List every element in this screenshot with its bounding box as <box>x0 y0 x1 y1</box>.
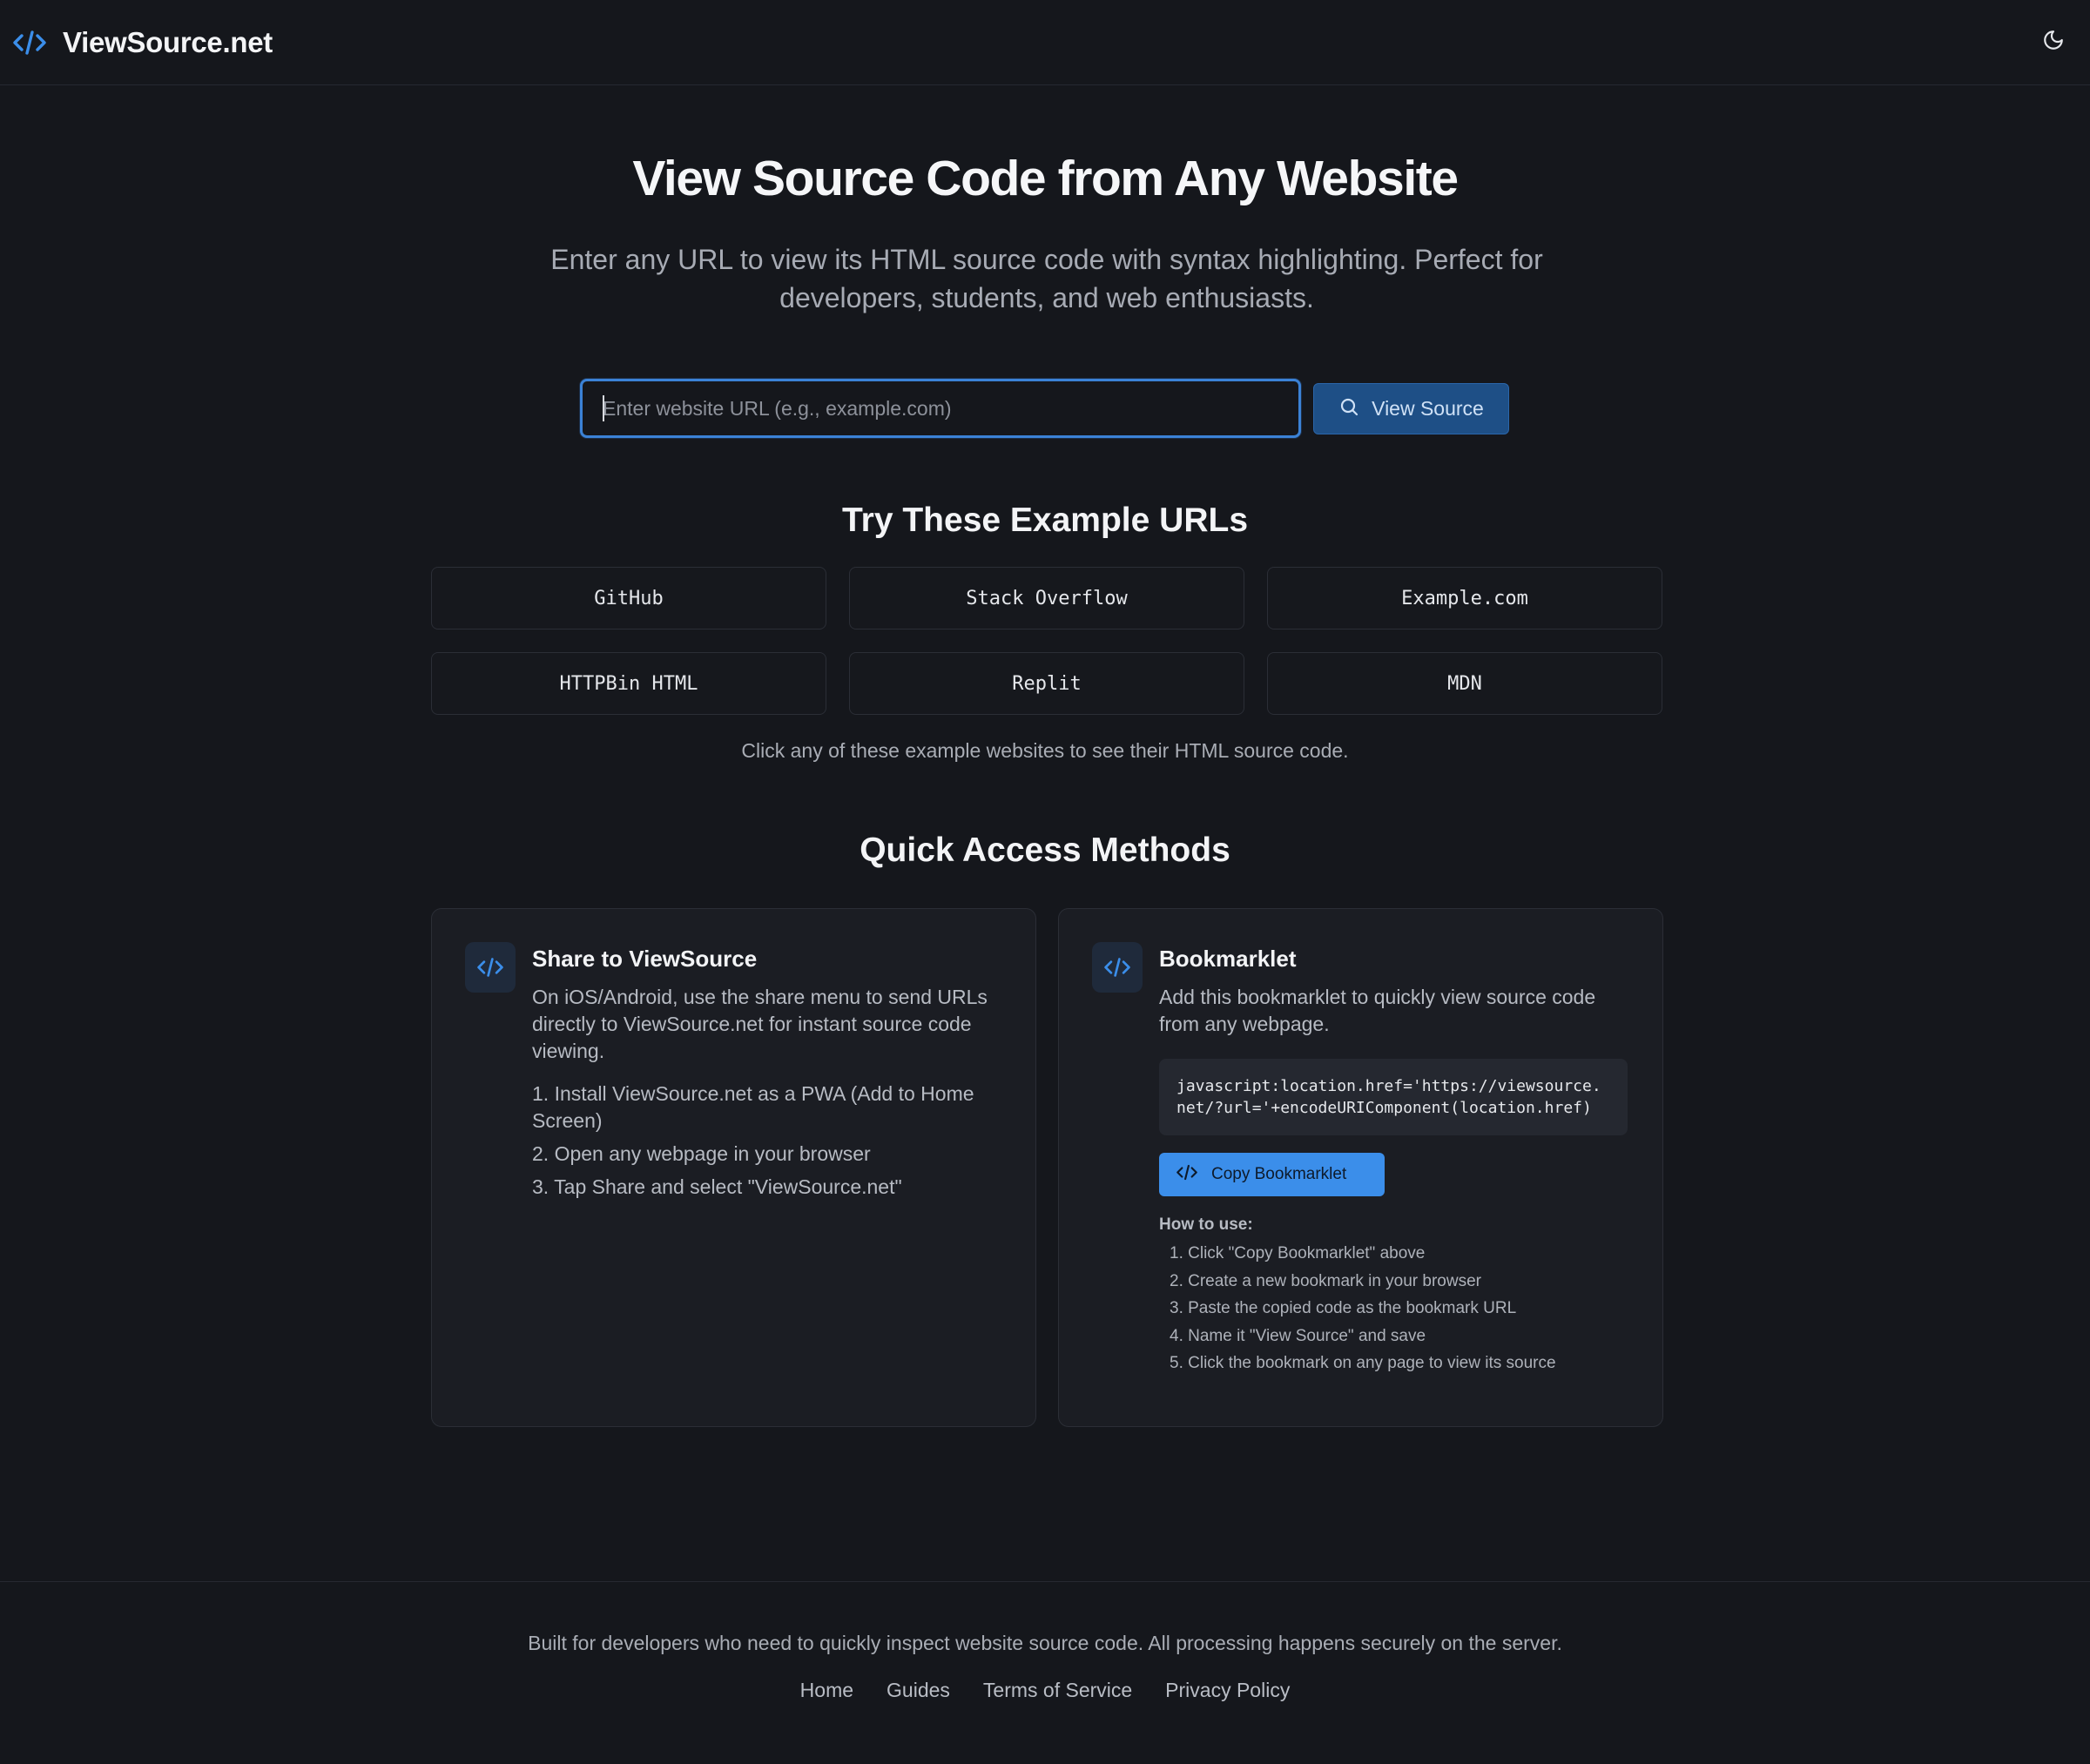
bookmarklet-code[interactable]: javascript:location.href='https://viewso… <box>1159 1059 1628 1135</box>
share-card: Share to ViewSource On iOS/Android, use … <box>431 908 1036 1427</box>
example-button-github[interactable]: GitHub <box>431 567 826 630</box>
copy-bookmarklet-button[interactable]: Copy Bookmarklet <box>1159 1153 1385 1196</box>
examples-title: Try These Example URLs <box>841 502 1249 539</box>
code-icon <box>1092 942 1143 993</box>
bookmarklet-card-description: Add this bookmarklet to quickly view sou… <box>1159 986 1596 1035</box>
example-button-httpbin-html[interactable]: HTTPBin HTML <box>431 652 826 715</box>
examples-note: Click any of these example websites to s… <box>741 739 1349 762</box>
example-button-example-com[interactable]: Example.com <box>1267 567 1662 630</box>
share-card-description: On iOS/Android, use the share menu to se… <box>532 986 988 1062</box>
how-to-use-title: How to use: <box>1159 1215 1253 1234</box>
text-caret <box>603 395 604 421</box>
example-button-replit[interactable]: Replit <box>849 652 1244 715</box>
list-item: 3. Paste the copied code as the bookmark… <box>1170 1299 1517 1317</box>
example-button-mdn[interactable]: MDN <box>1267 652 1662 715</box>
list-item: 5. Click the bookmark on any page to vie… <box>1170 1354 1556 1372</box>
page-subtitle: Enter any URL to view its HTML source co… <box>550 244 1543 313</box>
example-urls-grid: GitHub Stack Overflow Example.com HTTPBi… <box>431 567 1662 715</box>
list-item: 2. Create a new bookmark in your browser <box>1170 1271 1481 1290</box>
footer-text: Built for developers who need to quickly… <box>528 1632 1562 1654</box>
moon-icon <box>2042 29 2065 56</box>
page-title: View Source Code from Any Website <box>632 151 1459 206</box>
search-icon <box>1338 396 1359 421</box>
theme-toggle-button[interactable] <box>2036 24 2071 59</box>
footer-nav: Home Guides Terms of Service Privacy Pol… <box>0 1679 2090 1702</box>
example-button-stack-overflow[interactable]: Stack Overflow <box>849 567 1244 630</box>
share-card-body: Share to ViewSource On iOS/Android, use … <box>532 944 1007 1207</box>
view-source-button-label: View Source <box>1372 397 1484 420</box>
list-item: 4. Name it "View Source" and save <box>1170 1326 1426 1345</box>
brand[interactable]: ViewSource.net <box>12 25 273 60</box>
page: ViewSource.net View Source Code from Any… <box>0 0 2090 1764</box>
share-steps-list: 1. Install ViewSource.net as a PWA (Add … <box>532 1081 1007 1201</box>
footer-link-guides[interactable]: Guides <box>887 1679 950 1702</box>
copy-bookmarklet-label: Copy Bookmarklet <box>1211 1165 1347 1183</box>
how-to-use-list: 1. Click "Copy Bookmarklet" above 2. Cre… <box>1159 1240 1634 1377</box>
url-input[interactable] <box>603 381 1298 435</box>
quick-access-title: Quick Access Methods <box>860 832 1230 869</box>
bookmarklet-card-title: Bookmarklet <box>1159 946 1297 972</box>
footer: Built for developers who need to quickly… <box>0 1581 2090 1764</box>
footer-link-home[interactable]: Home <box>800 1679 853 1702</box>
bookmarklet-card: Bookmarklet Add this bookmarklet to quic… <box>1058 908 1663 1427</box>
list-item: 2. Open any webpage in your browser <box>532 1142 871 1165</box>
footer-link-privacy[interactable]: Privacy Policy <box>1165 1679 1290 1702</box>
bookmarklet-card-body: Bookmarklet Add this bookmarklet to quic… <box>1159 944 1634 1377</box>
list-item: 3. Tap Share and select "ViewSource.net" <box>532 1175 902 1198</box>
code-icon <box>1176 1164 1197 1185</box>
url-input-container <box>580 379 1301 438</box>
list-item: 1. Click "Copy Bookmarklet" above <box>1170 1244 1426 1262</box>
view-source-button[interactable]: View Source <box>1313 383 1509 434</box>
code-icon <box>12 25 47 60</box>
brand-name: ViewSource.net <box>63 25 273 58</box>
code-icon <box>465 942 516 993</box>
list-item: 1. Install ViewSource.net as a PWA (Add … <box>532 1082 974 1132</box>
footer-link-terms[interactable]: Terms of Service <box>983 1679 1132 1702</box>
top-bar: ViewSource.net <box>0 0 2090 85</box>
share-card-title: Share to ViewSource <box>532 946 758 972</box>
